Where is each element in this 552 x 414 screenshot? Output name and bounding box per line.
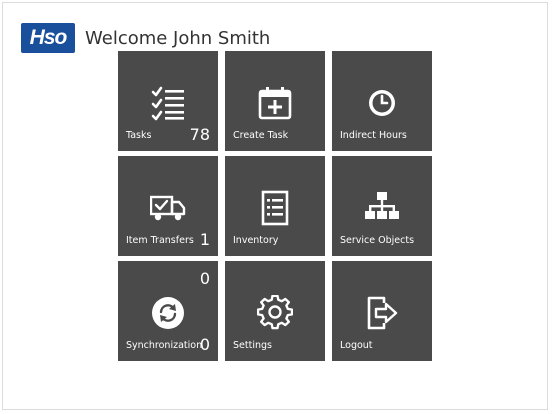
tasks-count: 78 [189, 125, 210, 144]
tile-service-objects[interactable]: Service Objects [332, 156, 432, 256]
tile-label: Logout [340, 340, 373, 351]
hso-logo: Hso [21, 23, 75, 53]
tile-label: Settings [233, 340, 272, 351]
tile-label: Create Task [233, 130, 289, 141]
logout-icon [364, 295, 400, 331]
tile-label: Tasks [126, 130, 152, 141]
tile-label: Service Objects [340, 235, 415, 246]
tile-label: Synchronization [126, 340, 203, 351]
tile-create-task[interactable]: Create Task [225, 51, 325, 151]
tile-tasks[interactable]: Tasks 78 [118, 51, 218, 151]
document-list-icon [257, 190, 293, 226]
delivery-truck-icon [150, 190, 186, 226]
logo-text: Hso [29, 26, 68, 49]
welcome-message: Welcome John Smith [85, 28, 271, 49]
item-transfers-count: 1 [199, 230, 210, 249]
tile-synchronization[interactable]: 0 Synchronization 0 [118, 261, 218, 361]
tile-label: Indirect Hours [340, 130, 407, 141]
hierarchy-icon [364, 190, 400, 226]
tile-logout[interactable]: Logout [332, 261, 432, 361]
checklist-icon [150, 85, 186, 121]
gear-icon [257, 295, 293, 331]
tile-item-transfers[interactable]: Item Transfers 1 [118, 156, 218, 256]
tile-label: Item Transfers [126, 235, 194, 246]
tile-settings[interactable]: Settings [225, 261, 325, 361]
app-frame: Hso Welcome John Smith Tasks 78 Create T… [2, 2, 548, 410]
sync-pending-count: 0 [199, 269, 210, 288]
clock-icon [364, 85, 400, 121]
calendar-add-icon [257, 85, 293, 121]
sync-count: 0 [199, 335, 210, 354]
tile-label: Inventory [233, 235, 279, 246]
sync-icon [150, 295, 186, 331]
tile-inventory[interactable]: Inventory [225, 156, 325, 256]
tile-indirect-hours[interactable]: Indirect Hours [332, 51, 432, 151]
